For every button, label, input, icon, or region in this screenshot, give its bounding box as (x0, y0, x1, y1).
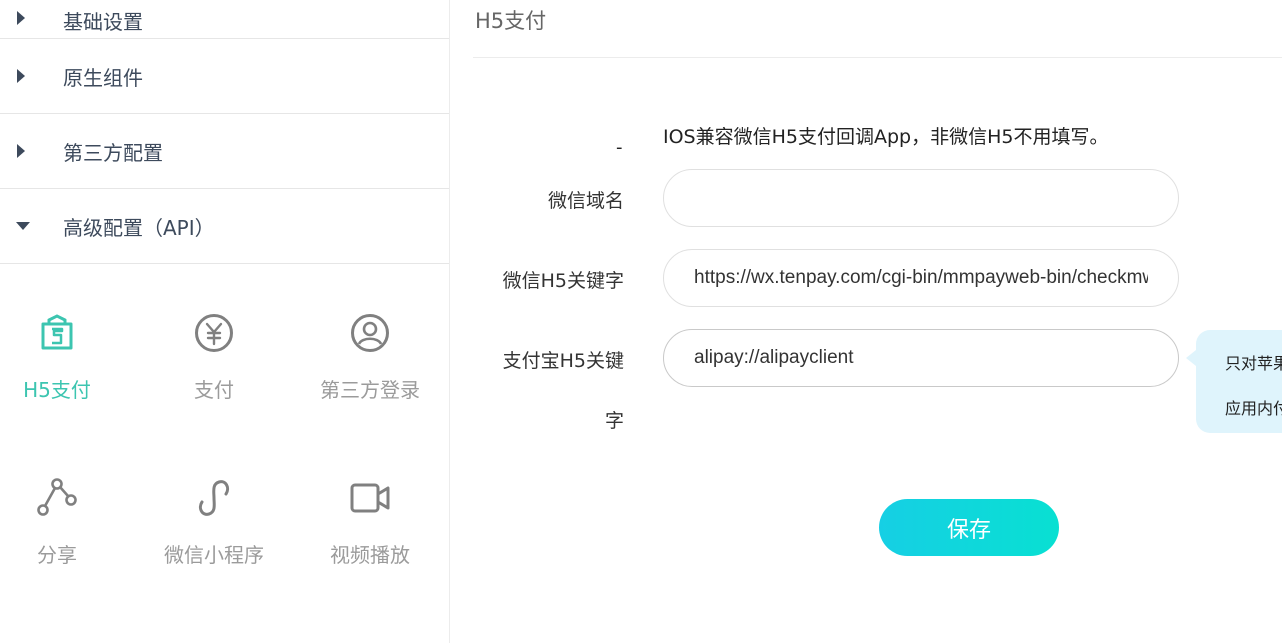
tile-pay[interactable]: 支付 (139, 283, 289, 402)
user-circle-icon (351, 314, 389, 352)
mini-program-icon (198, 480, 230, 516)
tile-label: 支付 (194, 378, 234, 402)
alipay-tooltip: 只对苹果 应用内付 (1186, 330, 1282, 433)
menu-item-label: 第三方配置 (63, 140, 163, 165)
caret-right-icon (17, 69, 25, 83)
menu-item-label: 高级配置（API） (63, 215, 215, 240)
tile-label: 微信小程序 (164, 543, 264, 567)
video-camera-icon (350, 483, 390, 513)
caret-down-icon (16, 222, 30, 230)
menu-item-basic-settings[interactable]: 基础设置 (0, 0, 449, 39)
tile-h5-pay[interactable]: H5支付 (0, 283, 132, 402)
h5-pay-bag-icon (41, 314, 73, 350)
menu-item-native-components[interactable]: 原生组件 (0, 39, 449, 114)
tile-label: 第三方登录 (320, 378, 420, 402)
tooltip-arrow (1186, 350, 1196, 366)
share-icon (37, 478, 77, 516)
tile-third-party-login[interactable]: 第三方登录 (295, 283, 445, 402)
tile-share[interactable]: 分享 (0, 448, 132, 567)
caret-right-icon (17, 144, 25, 158)
tooltip-clip: 只对苹果 应用内付 (473, 0, 1282, 643)
tooltip-line: 只对苹果 (1225, 354, 1282, 373)
save-button[interactable]: 保存 (879, 499, 1059, 556)
tile-wechat-mini-program[interactable]: 微信小程序 (139, 448, 289, 567)
tile-label: 分享 (37, 543, 77, 567)
main-panel: H5支付 - IOS兼容微信H5支付回调App，非微信H5不用填写。 微信域名 … (473, 0, 1282, 643)
tooltip-line: 应用内付 (1225, 399, 1282, 418)
menu-item-third-party-config[interactable]: 第三方配置 (0, 114, 449, 189)
sidebar: 基础设置 原生组件 第三方配置 高级配置（API） H5支付 支付 第三方登录 … (0, 0, 450, 643)
menu-item-label: 原生组件 (63, 65, 143, 90)
menu-item-label: 基础设置 (63, 10, 143, 34)
yuan-icon (195, 314, 233, 352)
tile-video-playback[interactable]: 视频播放 (295, 448, 445, 567)
caret-right-icon (17, 11, 25, 25)
tile-label: H5支付 (23, 378, 91, 402)
menu-item-advanced-config-api[interactable]: 高级配置（API） (0, 189, 449, 264)
tile-label: 视频播放 (330, 543, 410, 567)
